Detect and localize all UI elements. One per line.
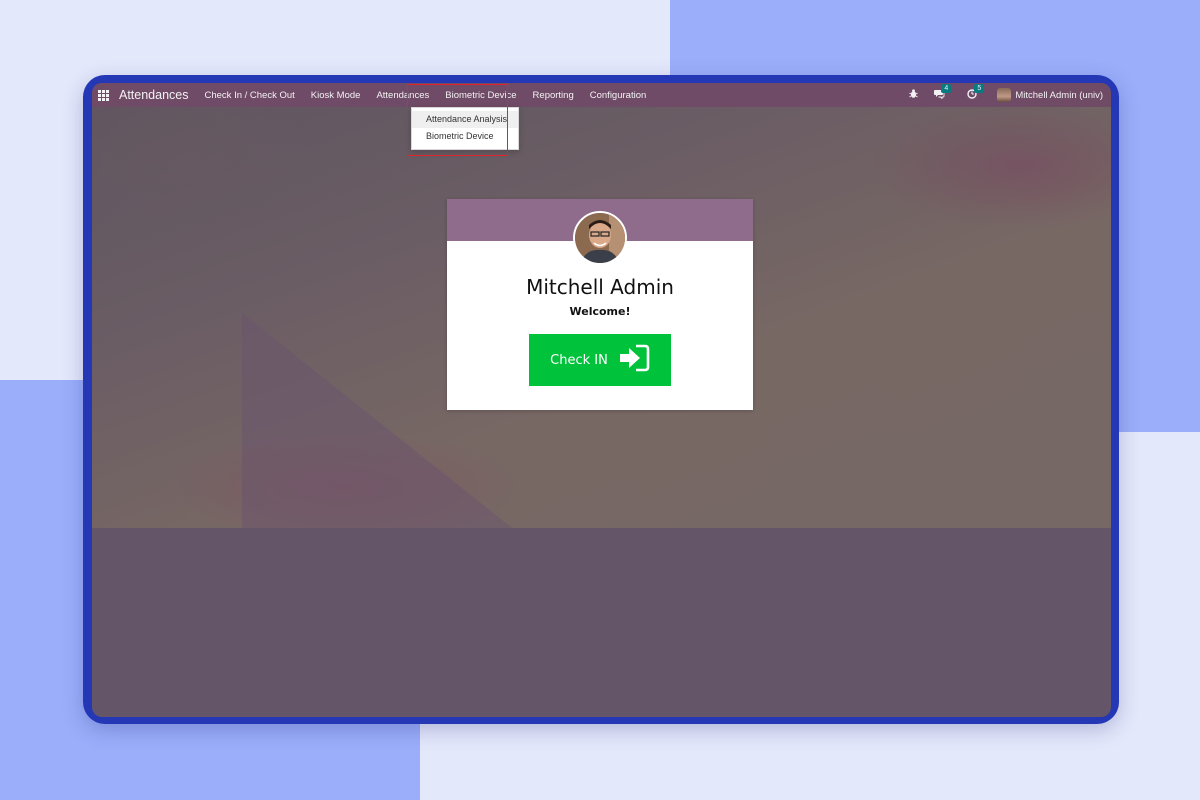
app-brand[interactable]: Attendances <box>119 88 189 102</box>
check-in-button[interactable]: Check IN <box>529 334 671 386</box>
employee-avatar <box>573 211 627 265</box>
chat-icon[interactable]: 4 <box>934 83 952 102</box>
sign-in-icon <box>618 344 650 376</box>
user-menu[interactable]: Mitchell Admin (univ) <box>1015 90 1103 101</box>
check-in-label: Check IN <box>550 352 608 368</box>
app-screen: Attendances Check In / Check Out Kiosk M… <box>92 83 1111 717</box>
user-avatar[interactable] <box>997 88 1012 102</box>
clock-icon[interactable]: 5 <box>967 83 985 102</box>
menu-kiosk-mode[interactable]: Kiosk Mode <box>311 90 361 101</box>
navbar-systray: 4 5 Mitchell Admin (univ) <box>895 83 1111 102</box>
menu-reporting[interactable]: Reporting <box>533 90 574 101</box>
highlight-annotation <box>407 84 508 156</box>
messages-count-badge: 4 <box>941 83 952 93</box>
grid-icon[interactable] <box>98 89 109 101</box>
welcome-message: Welcome! <box>569 305 631 318</box>
activities-count-badge: 5 <box>974 83 985 93</box>
menu-configuration[interactable]: Configuration <box>590 90 647 101</box>
top-navbar: Attendances Check In / Check Out Kiosk M… <box>92 83 1111 107</box>
attendance-card: Mitchell Admin Welcome! Check IN <box>447 199 753 410</box>
bug-icon[interactable] <box>909 88 919 102</box>
employee-name: Mitchell Admin <box>526 275 674 299</box>
menu-check-in-out[interactable]: Check In / Check Out <box>205 90 295 101</box>
